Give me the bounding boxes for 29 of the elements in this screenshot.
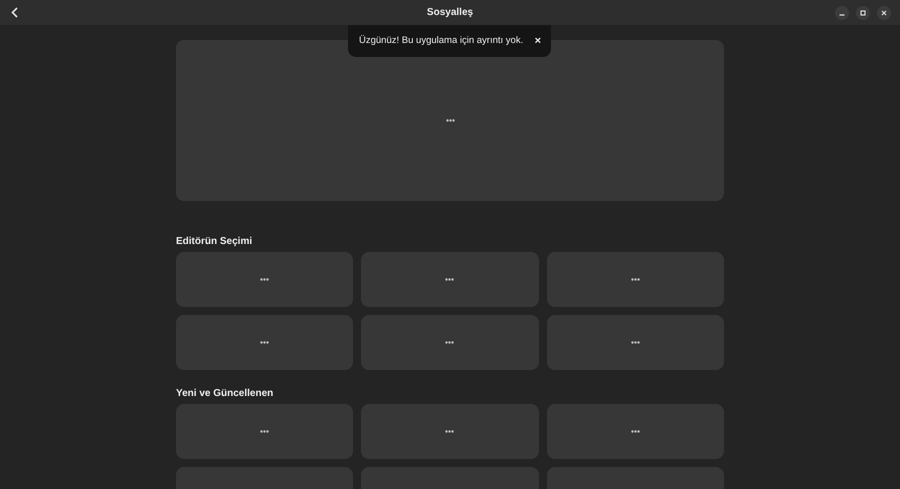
app-card[interactable]	[176, 315, 354, 370]
section-title: Yeni ve Güncellenen	[176, 388, 274, 400]
app-card[interactable]	[176, 252, 354, 307]
app-card[interactable]	[361, 315, 539, 370]
app-card[interactable]	[546, 315, 724, 370]
loading-dots-icon	[260, 430, 270, 433]
loading-dots-icon	[260, 341, 270, 344]
minimize-button[interactable]	[835, 6, 849, 20]
section-title: Editörün Seçimi	[176, 236, 254, 248]
close-button[interactable]	[877, 6, 891, 20]
loading-dots-icon	[446, 119, 454, 122]
toast-message: Üzgünüz! Bu uygulama için ayrıntı yok.	[359, 34, 524, 48]
app-card[interactable]	[546, 404, 724, 459]
loading-dots-icon	[445, 341, 454, 344]
loading-dots-icon	[630, 278, 640, 281]
close-icon	[881, 10, 887, 16]
loading-dots-icon	[445, 430, 454, 433]
loading-dots-icon	[445, 278, 454, 281]
toast-close-button[interactable]: ×	[534, 36, 541, 46]
app-card[interactable]	[546, 252, 724, 307]
loading-dots-icon	[260, 278, 270, 281]
loading-dots-icon	[630, 341, 640, 344]
app-card[interactable]	[176, 404, 354, 459]
maximize-button[interactable]	[856, 6, 870, 20]
loading-dots-icon	[630, 430, 640, 433]
app-card[interactable]	[361, 404, 539, 459]
window-title: Sosyalleş	[426, 6, 474, 20]
maximize-icon	[860, 10, 866, 16]
app-card[interactable]	[361, 252, 539, 307]
